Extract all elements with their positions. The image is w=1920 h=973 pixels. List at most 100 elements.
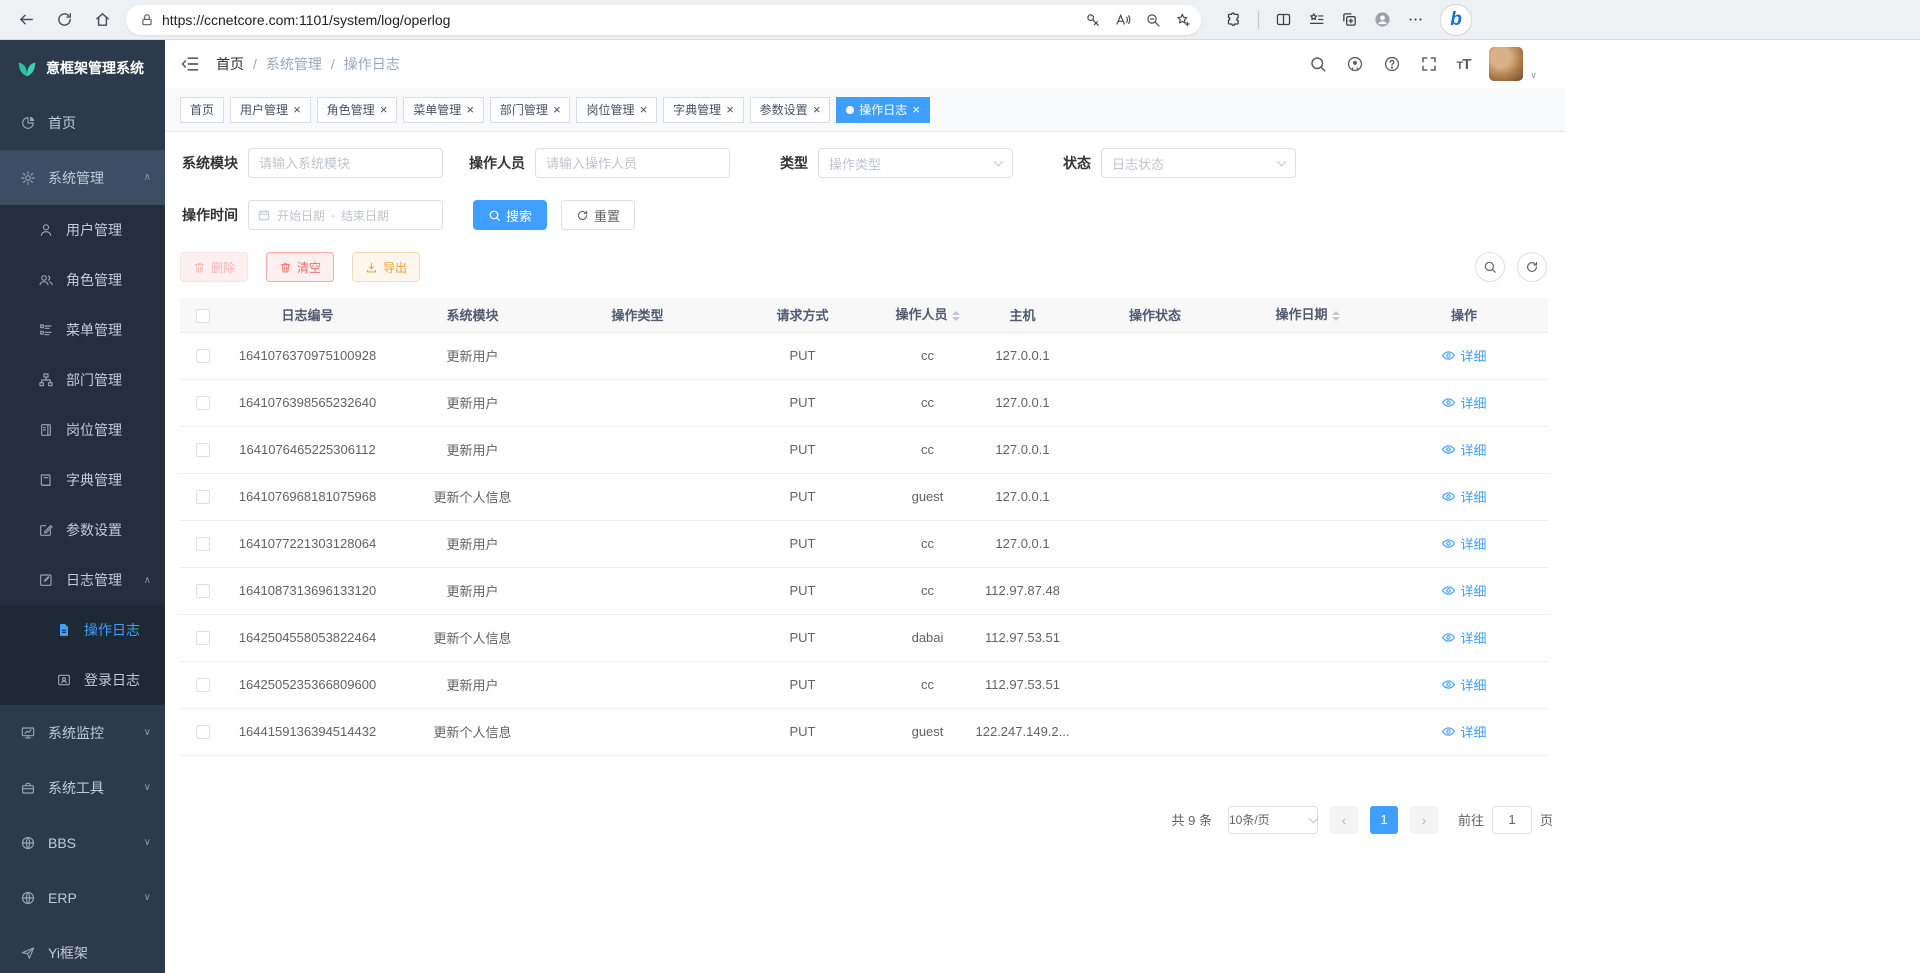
sidebar-toggle-icon[interactable] bbox=[180, 54, 200, 74]
sidebar-item-user-mgmt[interactable]: 用户管理 bbox=[0, 205, 165, 255]
page-size-select[interactable]: 10条/页 bbox=[1228, 806, 1318, 834]
tab-close-icon[interactable]: × bbox=[912, 103, 920, 116]
sidebar-item-post-mgmt[interactable]: 岗位管理 bbox=[0, 405, 165, 455]
export-button[interactable]: 导出 bbox=[352, 252, 420, 282]
method-cell: PUT bbox=[720, 473, 885, 520]
tab-close-icon[interactable]: × bbox=[553, 103, 561, 116]
tab-close-icon[interactable]: × bbox=[639, 103, 647, 116]
user-avatar[interactable] bbox=[1489, 47, 1523, 81]
tab-role-mgmt[interactable]: 角色管理× bbox=[317, 97, 398, 123]
url-bar[interactable]: https://ccnetcore.com:1101/system/log/op… bbox=[126, 5, 1201, 35]
sidebar-item-param-settings[interactable]: 参数设置 bbox=[0, 505, 165, 555]
font-size-icon[interactable]: TT bbox=[1457, 56, 1471, 73]
breadcrumb-item[interactable]: 首页 bbox=[216, 54, 244, 74]
sort-carets-icon[interactable] bbox=[952, 307, 960, 325]
github-icon[interactable] bbox=[1346, 55, 1364, 73]
sidebar-item-dict-mgmt[interactable]: 字典管理 bbox=[0, 455, 165, 505]
next-page-button[interactable]: › bbox=[1410, 806, 1438, 834]
fullscreen-icon[interactable] bbox=[1420, 55, 1438, 73]
read-aloud-icon[interactable] bbox=[1115, 12, 1131, 28]
header-search-icon[interactable] bbox=[1309, 55, 1327, 73]
delete-button[interactable]: 删除 bbox=[180, 252, 248, 282]
detail-link[interactable]: 详细 bbox=[1441, 581, 1486, 600]
sidebar-item-system-mgmt[interactable]: 系统管理∧ bbox=[0, 150, 165, 205]
column-header[interactable]: 操作人员 bbox=[885, 298, 970, 332]
detail-link[interactable]: 详细 bbox=[1441, 534, 1486, 553]
table-search-toggle-button[interactable] bbox=[1475, 252, 1505, 282]
detail-link[interactable]: 详细 bbox=[1441, 393, 1486, 412]
sort-carets-icon[interactable] bbox=[1332, 307, 1340, 325]
tab-close-icon[interactable]: × bbox=[726, 103, 734, 116]
tab-menu-mgmt[interactable]: 菜单管理× bbox=[403, 97, 484, 123]
tab-dept-mgmt[interactable]: 部门管理× bbox=[490, 97, 571, 123]
more-options-icon[interactable] bbox=[1407, 11, 1424, 28]
row-checkbox[interactable] bbox=[196, 631, 210, 645]
column-header[interactable]: 操作日期 bbox=[1235, 298, 1380, 332]
tab-close-icon[interactable]: × bbox=[466, 103, 474, 116]
refresh-icon[interactable] bbox=[50, 6, 78, 34]
sidebar-item-erp[interactable]: ERP∨ bbox=[0, 870, 165, 925]
detail-link[interactable]: 详细 bbox=[1441, 440, 1486, 459]
reset-button[interactable]: 重置 bbox=[561, 200, 635, 230]
detail-link[interactable]: 详细 bbox=[1441, 628, 1486, 647]
date-range-input[interactable]: 开始日期 - 结束日期 bbox=[248, 200, 443, 230]
favorites-bar-icon[interactable] bbox=[1308, 11, 1325, 28]
sidebar-item-system-monitor[interactable]: 系统监控∨ bbox=[0, 705, 165, 760]
tab-post-mgmt[interactable]: 岗位管理× bbox=[576, 97, 657, 123]
sidebar-item-oper-log[interactable]: 操作日志 bbox=[0, 605, 165, 655]
tab-home[interactable]: 首页 bbox=[180, 97, 224, 123]
search-button[interactable]: 搜索 bbox=[473, 200, 547, 230]
module-input[interactable] bbox=[248, 148, 443, 178]
detail-link[interactable]: 详细 bbox=[1441, 487, 1486, 506]
home-icon[interactable] bbox=[88, 6, 116, 34]
sidebar-item-yi-framework[interactable]: Yi框架 bbox=[0, 925, 165, 973]
clear-button[interactable]: 清空 bbox=[266, 252, 334, 282]
goto-page-input[interactable] bbox=[1492, 806, 1532, 834]
page-number-button[interactable]: 1 bbox=[1370, 806, 1398, 834]
tab-close-icon[interactable]: × bbox=[813, 103, 821, 116]
tab-oper-log[interactable]: 操作日志× bbox=[836, 97, 930, 123]
row-checkbox[interactable] bbox=[196, 396, 210, 410]
add-favorite-star-icon[interactable] bbox=[1175, 12, 1191, 28]
row-checkbox[interactable] bbox=[196, 443, 210, 457]
row-checkbox[interactable] bbox=[196, 584, 210, 598]
detail-link[interactable]: 详细 bbox=[1441, 722, 1486, 741]
status-select[interactable]: 日志状态 bbox=[1101, 148, 1296, 178]
row-checkbox[interactable] bbox=[196, 537, 210, 551]
collections-icon[interactable] bbox=[1341, 11, 1358, 28]
sidebar-item-home[interactable]: 首页 bbox=[0, 95, 165, 150]
sidebar-item-menu-mgmt[interactable]: 菜单管理 bbox=[0, 305, 165, 355]
prev-page-button[interactable]: ‹ bbox=[1330, 806, 1358, 834]
detail-link[interactable]: 详细 bbox=[1441, 346, 1486, 365]
saved-password-key-icon[interactable] bbox=[1085, 12, 1101, 28]
tab-user-mgmt[interactable]: 用户管理× bbox=[230, 97, 311, 123]
back-icon[interactable] bbox=[12, 6, 40, 34]
select-all-checkbox[interactable] bbox=[196, 309, 210, 323]
extensions-puzzle-icon[interactable] bbox=[1225, 11, 1242, 28]
table-refresh-button[interactable] bbox=[1517, 252, 1547, 282]
tab-close-icon[interactable]: × bbox=[380, 103, 388, 116]
url-text[interactable]: https://ccnetcore.com:1101/system/log/op… bbox=[162, 12, 1085, 28]
sidebar-item-role-mgmt[interactable]: 角色管理 bbox=[0, 255, 165, 305]
tab-close-icon[interactable]: × bbox=[293, 103, 301, 116]
operator-input[interactable] bbox=[535, 148, 730, 178]
row-checkbox[interactable] bbox=[196, 725, 210, 739]
sidebar-item-system-tools[interactable]: 系统工具∨ bbox=[0, 760, 165, 815]
tab-param-settings[interactable]: 参数设置× bbox=[750, 97, 831, 123]
sidebar-item-bbs[interactable]: BBS∨ bbox=[0, 815, 165, 870]
breadcrumb-item[interactable]: 系统管理 bbox=[266, 54, 322, 74]
detail-link[interactable]: 详细 bbox=[1441, 675, 1486, 694]
browser-profile-icon[interactable] bbox=[1374, 11, 1391, 28]
sidebar-item-log-mgmt[interactable]: 日志管理∧ bbox=[0, 555, 165, 605]
row-checkbox[interactable] bbox=[196, 490, 210, 504]
bing-chat-icon[interactable]: b bbox=[1440, 4, 1472, 36]
row-checkbox[interactable] bbox=[196, 678, 210, 692]
zoom-out-icon[interactable] bbox=[1145, 12, 1161, 28]
sidebar-item-login-log[interactable]: 登录日志 bbox=[0, 655, 165, 705]
row-checkbox[interactable] bbox=[196, 349, 210, 363]
sidebar-item-dept-mgmt[interactable]: 部门管理 bbox=[0, 355, 165, 405]
split-screen-icon[interactable] bbox=[1275, 11, 1292, 28]
type-select[interactable]: 操作类型 bbox=[818, 148, 1013, 178]
tab-dict-mgmt[interactable]: 字典管理× bbox=[663, 97, 744, 123]
help-icon[interactable] bbox=[1383, 55, 1401, 73]
